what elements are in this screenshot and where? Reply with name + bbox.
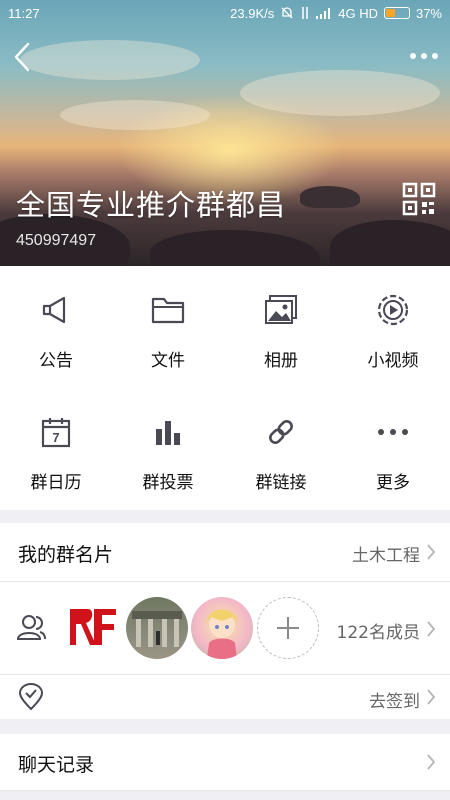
photo-avatar bbox=[132, 611, 182, 647]
my-group-card-title: 我的群名片 bbox=[18, 544, 114, 566]
group-name: 全国专业推介群都昌 bbox=[16, 188, 287, 222]
divider bbox=[0, 790, 450, 791]
feature-label: 公告 bbox=[39, 351, 73, 371]
feature-label: 相册 bbox=[264, 351, 298, 371]
feature-more[interactable]: 更多 bbox=[337, 388, 449, 510]
feature-announcement[interactable]: 公告 bbox=[0, 266, 112, 388]
status-bar: 11:27 23.9K/s 4G HD 37% bbox=[0, 0, 450, 26]
data-transfer-icon bbox=[302, 7, 308, 19]
chat-history-title: 聊天记录 bbox=[18, 754, 95, 776]
checkin-row[interactable]: 去签到 bbox=[0, 675, 450, 719]
battery-icon bbox=[383, 7, 410, 19]
feature-label: 群日历 bbox=[30, 473, 82, 493]
feature-label: 小视频 bbox=[367, 351, 419, 371]
more-options-button[interactable] bbox=[408, 44, 440, 68]
feature-label: 文件 bbox=[151, 351, 185, 371]
add-member-button[interactable] bbox=[257, 597, 319, 659]
member-avatar[interactable] bbox=[126, 597, 188, 659]
video-icon bbox=[377, 294, 409, 326]
more-dots-icon bbox=[410, 53, 438, 59]
qr-code-icon bbox=[402, 182, 436, 216]
member-avatar[interactable] bbox=[60, 597, 122, 659]
chevron-left-icon bbox=[14, 42, 30, 72]
member-avatar[interactable] bbox=[191, 597, 253, 659]
feature-album[interactable]: 相册 bbox=[225, 266, 337, 388]
calendar-day: 7 bbox=[52, 430, 59, 445]
location-check-icon bbox=[18, 683, 44, 711]
chat-history-row[interactable]: 聊天记录 bbox=[0, 734, 450, 790]
chevron-right-icon bbox=[427, 689, 436, 705]
my-group-card-value: 土木工程 bbox=[352, 546, 420, 566]
feature-grid: 公告 文件 相册 小视频 7 群日历 群投票 群链接 更多 bbox=[0, 266, 450, 510]
chevron-right-icon bbox=[427, 754, 436, 770]
calendar-icon: 7 bbox=[41, 418, 71, 448]
chevron-right-icon bbox=[427, 544, 436, 560]
signal-icon bbox=[316, 8, 331, 19]
poll-icon bbox=[156, 421, 180, 445]
network-speed: 23.9K/s bbox=[230, 5, 275, 21]
member-count: 122名成员 bbox=[336, 623, 420, 643]
members-row[interactable]: 122名成员 bbox=[0, 582, 450, 674]
chevron-right-icon bbox=[427, 621, 436, 637]
feature-label: 更多 bbox=[376, 473, 410, 493]
feature-files[interactable]: 文件 bbox=[112, 266, 224, 388]
more-icon bbox=[378, 429, 408, 435]
mute-icon bbox=[281, 7, 293, 19]
group-header-banner bbox=[0, 0, 450, 266]
my-group-card-row[interactable]: 我的群名片 土木工程 bbox=[0, 523, 450, 581]
feature-link[interactable]: 群链接 bbox=[225, 388, 337, 510]
feature-poll[interactable]: 群投票 bbox=[112, 388, 224, 510]
status-time: 11:27 bbox=[8, 5, 40, 21]
members-icon bbox=[16, 615, 46, 640]
anime-avatar bbox=[207, 609, 237, 659]
group-id: 450997497 bbox=[16, 232, 97, 249]
rf-logo-avatar bbox=[70, 609, 116, 645]
qr-code-button[interactable] bbox=[402, 182, 436, 216]
feature-label: 群链接 bbox=[255, 473, 307, 493]
back-button[interactable] bbox=[10, 40, 34, 74]
feature-calendar[interactable]: 7 群日历 bbox=[0, 388, 112, 510]
network-type: 4G HD bbox=[338, 5, 378, 21]
checkin-label: 去签到 bbox=[369, 692, 420, 712]
feature-video[interactable]: 小视频 bbox=[337, 266, 449, 388]
megaphone-icon bbox=[42, 296, 66, 324]
link-icon bbox=[269, 420, 293, 444]
feature-label: 群投票 bbox=[142, 473, 194, 493]
photo-album-icon bbox=[265, 295, 297, 324]
battery-percent: 37% bbox=[415, 5, 442, 21]
folder-icon bbox=[151, 297, 185, 324]
